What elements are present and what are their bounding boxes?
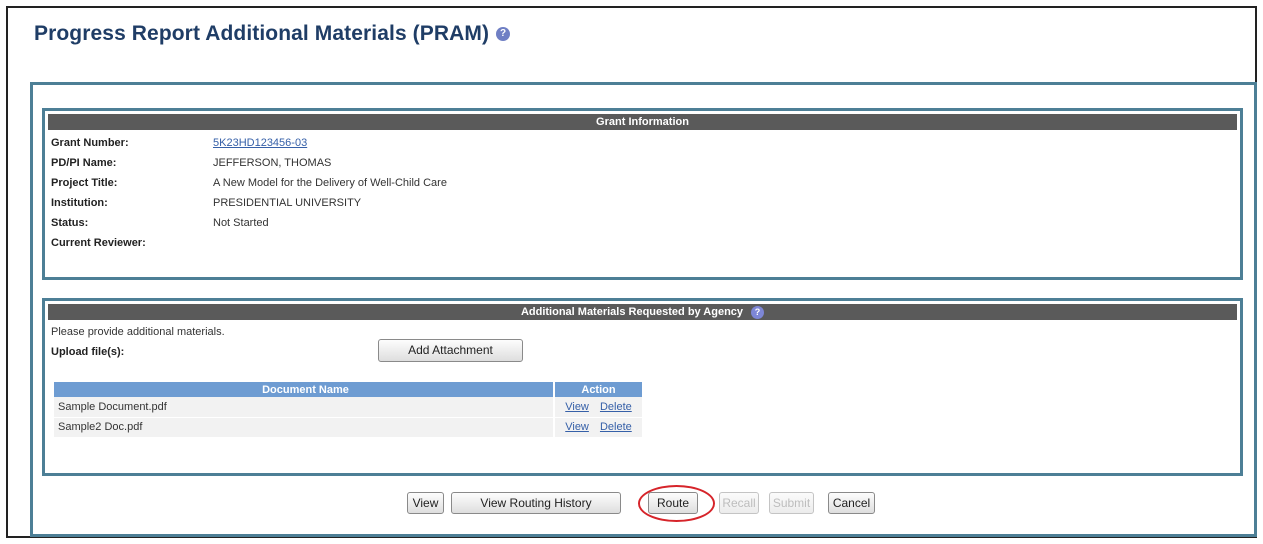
submit-button[interactable]: Submit bbox=[769, 492, 814, 514]
grant-information-header: Grant Information bbox=[48, 114, 1237, 130]
pd-pi-name-row: PD/PI Name: JEFFERSON, THOMAS bbox=[51, 153, 1240, 173]
upload-row: Upload file(s): Add Attachment bbox=[45, 338, 1240, 364]
recall-button[interactable]: Recall bbox=[719, 492, 759, 514]
pram-panel: Grant Information Grant Number: 5K23HD12… bbox=[30, 82, 1257, 537]
pd-pi-name-label: PD/PI Name: bbox=[51, 157, 117, 169]
document-name-cell: Sample Document.pdf bbox=[54, 397, 554, 418]
help-icon[interactable]: ? bbox=[751, 305, 765, 319]
documents-table: Document Name Action Sample Document.pdf… bbox=[54, 382, 642, 438]
grant-information-header-text: Grant Information bbox=[596, 116, 689, 128]
view-button[interactable]: View bbox=[407, 492, 444, 514]
grant-number-link[interactable]: 5K23HD123456-03 bbox=[213, 137, 307, 149]
institution-row: Institution: PRESIDENTIAL UNIVERSITY bbox=[51, 193, 1240, 213]
grant-number-label: Grant Number: bbox=[51, 137, 129, 149]
table-row: Sample2 Doc.pdf View Delete bbox=[54, 417, 642, 438]
status-label: Status: bbox=[51, 217, 89, 229]
table-row: Sample Document.pdf View Delete bbox=[54, 397, 642, 418]
add-attachment-button[interactable]: Add Attachment bbox=[378, 339, 523, 362]
grant-number-row: Grant Number: 5K23HD123456-03 bbox=[51, 133, 1240, 153]
action-cell: View Delete bbox=[553, 397, 642, 418]
action-column-header: Action bbox=[553, 382, 642, 397]
help-icon[interactable]: ? bbox=[496, 27, 511, 41]
delete-link[interactable]: Delete bbox=[600, 401, 632, 413]
status-value: Not Started bbox=[213, 217, 269, 229]
current-reviewer-row: Current Reviewer: bbox=[51, 233, 1240, 253]
view-link[interactable]: View bbox=[565, 421, 589, 433]
request-text: Please provide additional materials. bbox=[51, 326, 225, 338]
route-highlight-circle bbox=[638, 485, 715, 522]
status-row: Status: Not Started bbox=[51, 213, 1240, 233]
additional-materials-header: Additional Materials Requested by Agency… bbox=[48, 304, 1237, 320]
document-name-column-header: Document Name bbox=[54, 382, 554, 397]
institution-label: Institution: bbox=[51, 197, 108, 209]
additional-materials-header-text: Additional Materials Requested by Agency bbox=[520, 306, 744, 318]
documents-table-header: Document Name Action bbox=[54, 382, 642, 397]
delete-link[interactable]: Delete bbox=[600, 421, 632, 433]
additional-materials-section: Additional Materials Requested by Agency… bbox=[42, 298, 1243, 476]
grant-information-section: Grant Information Grant Number: 5K23HD12… bbox=[42, 108, 1243, 280]
grant-info-rows: Grant Number: 5K23HD123456-03 PD/PI Name… bbox=[45, 130, 1240, 253]
window-frame: Progress Report Additional Materials (PR… bbox=[6, 6, 1257, 538]
institution-value: PRESIDENTIAL UNIVERSITY bbox=[213, 197, 362, 209]
pd-pi-name-value: JEFFERSON, THOMAS bbox=[213, 157, 332, 169]
upload-files-label: Upload file(s): bbox=[51, 346, 125, 358]
action-button-bar: View View Routing History Route Recall S… bbox=[33, 485, 1254, 522]
view-routing-history-button[interactable]: View Routing History bbox=[451, 492, 621, 514]
project-title-row: Project Title: A New Model for the Deliv… bbox=[51, 173, 1240, 193]
page-title: Progress Report Additional Materials (PR… bbox=[34, 22, 511, 46]
view-link[interactable]: View bbox=[565, 401, 589, 413]
action-cell: View Delete bbox=[553, 417, 642, 438]
project-title-label: Project Title: bbox=[51, 177, 118, 189]
document-name-cell: Sample2 Doc.pdf bbox=[54, 417, 554, 438]
current-reviewer-label: Current Reviewer: bbox=[51, 237, 146, 249]
project-title-value: A New Model for the Delivery of Well-Chi… bbox=[213, 177, 447, 189]
cancel-button[interactable]: Cancel bbox=[828, 492, 875, 514]
page-title-text: Progress Report Additional Materials (PR… bbox=[34, 22, 490, 45]
